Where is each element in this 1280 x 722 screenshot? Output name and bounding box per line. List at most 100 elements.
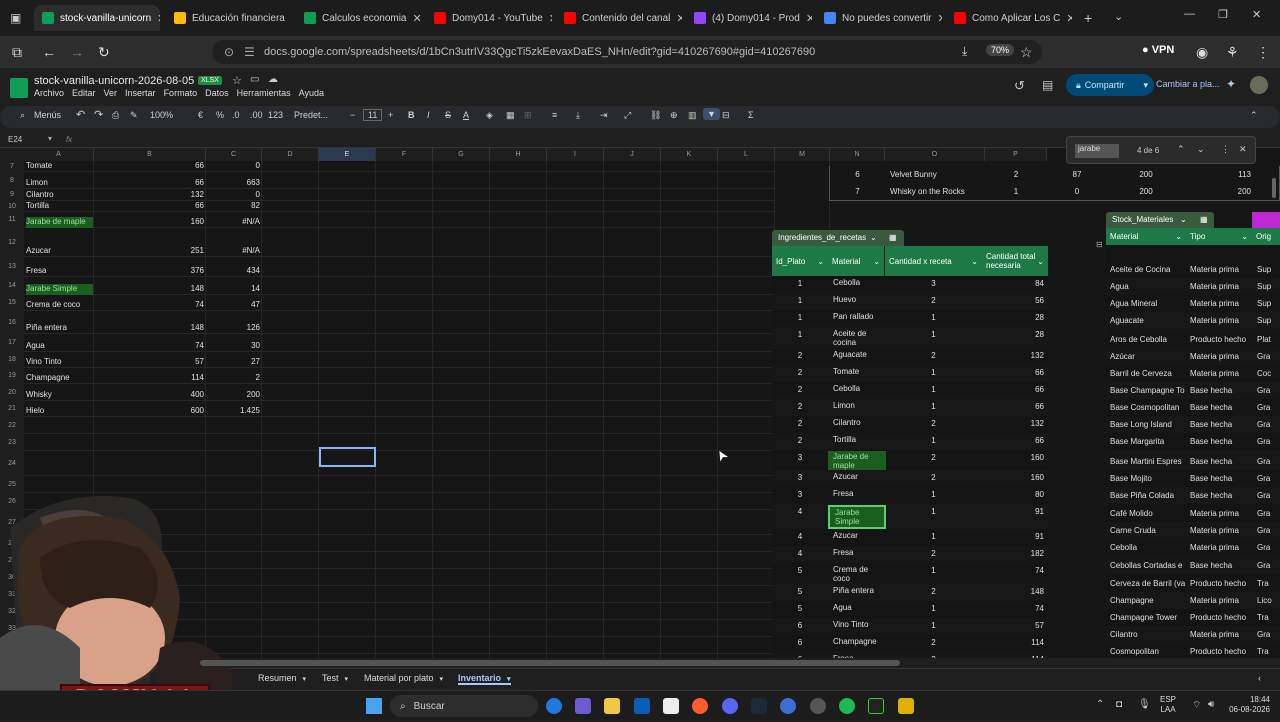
store-icon[interactable] (663, 698, 679, 714)
plato-id-cell[interactable]: 4 (772, 532, 828, 541)
menu-item[interactable]: Herramientas (237, 88, 291, 98)
row-header[interactable]: 10 (0, 201, 24, 212)
outlook-icon[interactable] (634, 698, 650, 714)
row-header[interactable]: 15 (0, 295, 24, 311)
quantity-per-recipe-cell[interactable]: 1 (885, 313, 982, 322)
column-header[interactable]: A (24, 148, 94, 161)
switch-mode-button[interactable]: Cambiar a pla... (1156, 79, 1220, 89)
plato-id-cell[interactable]: 5 (772, 604, 828, 613)
total-quantity-cell[interactable]: 57 (982, 621, 1044, 630)
stock-origin-cell[interactable]: Tra (1257, 579, 1280, 588)
taskbar-search[interactable]: ⌕ Buscar (390, 695, 538, 717)
chrome-icon[interactable] (810, 698, 826, 714)
chart-icon[interactable]: ▥ (688, 110, 697, 121)
move-folder-icon[interactable]: ▭ (250, 74, 259, 85)
menus-button[interactable]: Menús (34, 110, 61, 120)
browser-tab[interactable]: stock-vanilla-unicorn ✕ (34, 5, 160, 31)
collapse-toolbar-icon[interactable]: ⌃ (1250, 110, 1258, 121)
material-cell[interactable]: Tortilla (828, 434, 886, 449)
stock-origin-cell[interactable]: Sup (1257, 265, 1280, 274)
browser-tab[interactable]: Contenido del canal ✕ (556, 5, 682, 31)
column-filter-icon[interactable]: ⌄ (873, 257, 880, 266)
remaining-value-cell[interactable]: 2 (206, 373, 260, 382)
history-icon[interactable]: ↺ (1014, 78, 1025, 94)
quantity-per-recipe-cell[interactable]: 1 (885, 490, 982, 499)
sheet-tab[interactable]: Resumen ▾ (258, 673, 306, 683)
quantity-per-recipe-cell[interactable]: 3 (885, 279, 982, 288)
cell-reference[interactable]: E24 (8, 135, 22, 144)
total-quantity-cell[interactable]: 114 (982, 655, 1044, 658)
sheet-tab-dropdown-icon[interactable]: ▾ (440, 676, 444, 683)
column-header[interactable]: H (490, 148, 547, 161)
explore-collapse-icon[interactable]: ‹ (1258, 673, 1261, 683)
rotate-icon[interactable]: ⤢ (624, 110, 631, 121)
select-all-corner[interactable] (0, 148, 24, 161)
forward-icon[interactable]: → (70, 44, 84, 60)
quantity-per-recipe-cell[interactable]: 2 (885, 587, 982, 596)
bookmark-star-icon[interactable]: ☆ (1020, 44, 1033, 61)
column-header[interactable]: M (775, 148, 830, 161)
stock-type-cell[interactable]: Materia prima (1190, 543, 1252, 552)
stock-type-cell[interactable]: Base hecha (1190, 437, 1252, 446)
menu-item[interactable]: Editar (72, 88, 96, 98)
new-tab-icon[interactable]: + (1084, 10, 1092, 26)
stock-material-cell[interactable]: Barril de Cerveza (1110, 369, 1186, 378)
material-cell[interactable]: Fresa (828, 547, 886, 562)
stock-material-cell[interactable]: Agua Mineral (1110, 299, 1186, 308)
ingredient-name-cell[interactable]: Agua (26, 341, 93, 352)
doc-title[interactable]: stock-vanilla-unicorn-2026-08-05 (34, 75, 194, 87)
borders-icon[interactable]: ▦ (506, 110, 515, 121)
stock-type-cell[interactable]: Materia prima (1190, 352, 1252, 361)
stock-origin-cell[interactable]: Sup (1257, 282, 1280, 291)
file-explorer-icon[interactable] (604, 698, 620, 714)
stock-value-cell[interactable]: 66 (94, 201, 204, 210)
align-icon[interactable]: ≡ (552, 110, 557, 120)
stock-origin-cell[interactable]: Gra (1257, 437, 1280, 446)
table-options-icon[interactable]: ▦ (889, 233, 897, 242)
table-chip-dropdown-icon[interactable]: ⌄ (1180, 215, 1187, 224)
tray-expand-icon[interactable]: ⌃ (1096, 699, 1104, 710)
row-header[interactable]: 19 (0, 368, 24, 384)
total-quantity-cell[interactable]: 28 (982, 330, 1044, 339)
paint-format-icon[interactable]: ✎ (130, 110, 138, 121)
horizontal-scrollbar[interactable] (200, 660, 900, 666)
quantity-per-recipe-cell[interactable]: 1 (885, 566, 982, 575)
share-button[interactable]: 🔒︎ Compartir ▾ (1066, 74, 1154, 96)
stock-origin-cell[interactable]: Gra (1257, 561, 1280, 570)
quantity-per-recipe-cell[interactable]: 2 (885, 351, 982, 360)
stock-origin-cell[interactable]: Gra (1257, 403, 1280, 412)
ingredient-name-cell[interactable]: Jarabe Simple (26, 284, 93, 295)
stock-origin-cell[interactable]: Gra (1257, 420, 1280, 429)
stock-type-cell[interactable]: Materia prima (1190, 526, 1252, 535)
ingredient-name-cell[interactable]: Limon (26, 178, 93, 189)
remaining-value-cell[interactable]: 27 (206, 357, 260, 366)
row-header[interactable]: 13 (0, 257, 24, 277)
column-header[interactable]: D (262, 148, 319, 161)
stock-type-cell[interactable]: Base hecha (1190, 386, 1252, 395)
column-header[interactable]: L (718, 148, 775, 161)
stock-type-cell[interactable]: Base hecha (1190, 403, 1252, 412)
stock-material-cell[interactable]: Aguacate (1110, 316, 1186, 325)
functions-icon[interactable]: Σ (748, 110, 754, 120)
stock-origin-cell[interactable]: Tra (1257, 613, 1280, 622)
tab-close-icon[interactable]: ✕ (676, 12, 682, 25)
stock-type-cell[interactable]: Materia prima (1190, 299, 1252, 308)
italic-icon[interactable]: I (427, 110, 430, 120)
stock-material-cell[interactable]: Café Molido (1110, 509, 1186, 518)
row-header[interactable]: 20 (0, 384, 24, 401)
plato-id-cell[interactable]: 5 (772, 587, 828, 596)
column-header[interactable]: O (885, 148, 985, 161)
quantity-per-recipe-cell[interactable]: 2 (885, 638, 982, 647)
strikethrough-icon[interactable]: S (445, 110, 451, 120)
material-cell[interactable]: Azucar (828, 471, 886, 486)
stock-material-cell[interactable]: Cosmopolitan (1110, 647, 1186, 656)
plato-id-cell[interactable]: 3 (772, 490, 828, 499)
remaining-value-cell[interactable]: #N/A (206, 246, 260, 255)
table-column-header[interactable]: Material ⌄ (1106, 228, 1186, 245)
stock-type-cell[interactable]: Base hecha (1190, 561, 1252, 570)
table-column-header[interactable]: Cantidad x receta ⌄ (885, 246, 982, 276)
stock-type-cell[interactable]: Materia prima (1190, 630, 1252, 639)
total-quantity-cell[interactable]: 28 (982, 313, 1044, 322)
vertical-scrollbar[interactable] (1272, 178, 1276, 198)
column-header[interactable]: I (547, 148, 604, 161)
